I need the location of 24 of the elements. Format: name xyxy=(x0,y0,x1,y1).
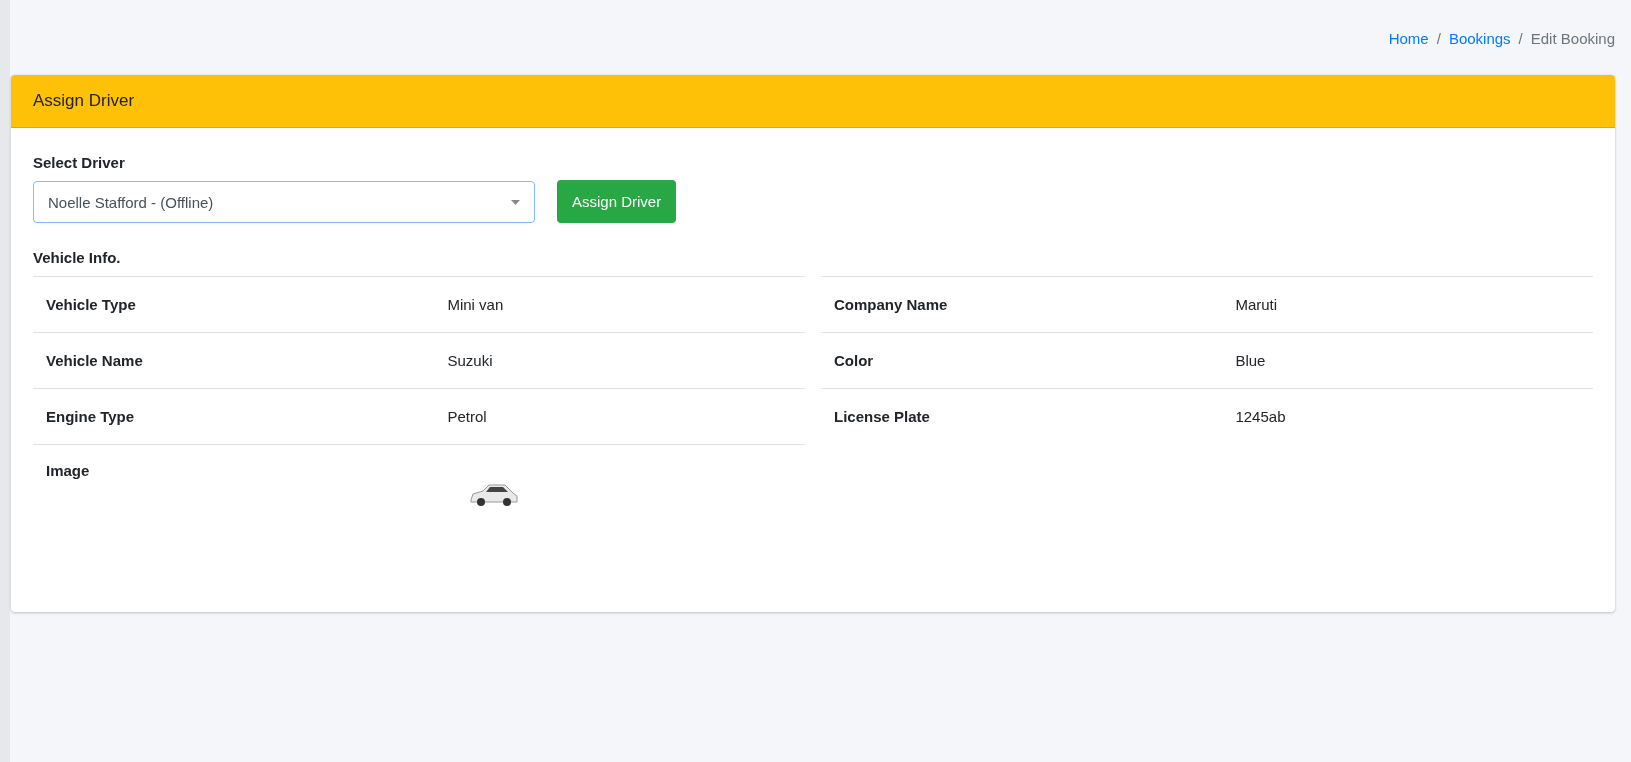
breadcrumb-separator: / xyxy=(1435,30,1442,47)
caret-icon xyxy=(511,199,520,205)
breadcrumb-separator: / xyxy=(1517,30,1524,47)
breadcrumb-link[interactable]: Home xyxy=(1388,30,1429,47)
field-label: Select Driver xyxy=(33,154,126,171)
table-cell: Suzuki xyxy=(434,332,805,389)
breadcrumb-current: Edit Booking xyxy=(1530,30,1615,47)
table-cell: Color xyxy=(821,332,1223,389)
driver-select[interactable]: Noelle Stafford - (Offline) xyxy=(33,181,535,223)
card-header: Assign Driver xyxy=(11,75,1615,128)
table-cell: Vehicle Type xyxy=(33,276,435,333)
table-cell: Petrol xyxy=(434,388,805,445)
assign-driver-button[interactable]: Assign Driver xyxy=(557,180,677,223)
table-cell: Blue xyxy=(1222,332,1593,389)
table-cell: License Plate xyxy=(821,388,1223,444)
table-cell: Mini van xyxy=(434,276,805,333)
table-cell: Image xyxy=(33,444,435,552)
breadcrumb-link[interactable]: Bookings xyxy=(1448,30,1511,47)
table-cell: Vehicle Name xyxy=(33,332,435,389)
table-cell: Maruti xyxy=(1222,276,1593,333)
table-cell: Company Name xyxy=(821,276,1223,333)
table-cell: 1245ab xyxy=(1222,388,1593,444)
section-heading: Vehicle Info. xyxy=(33,249,122,266)
table-cell: Engine Type xyxy=(33,388,435,445)
